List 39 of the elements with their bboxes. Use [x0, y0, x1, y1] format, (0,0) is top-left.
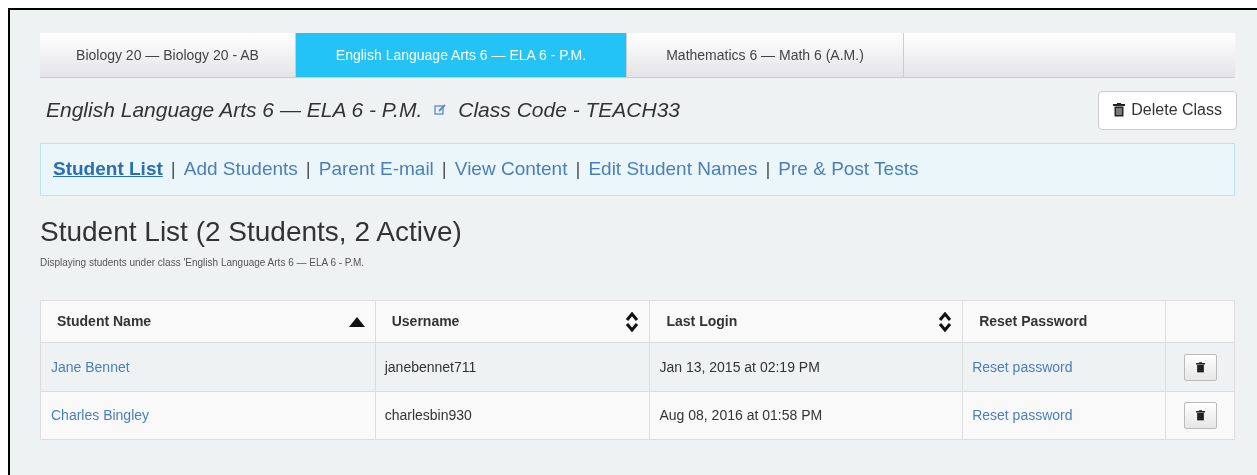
page-title: Student List (2 Students, 2 Active) [40, 215, 463, 249]
nav-link[interactable]: Parent E-mail [318, 155, 434, 184]
sort-icon[interactable] [625, 311, 640, 332]
delete-student-button[interactable] [1183, 353, 1217, 381]
separator: | [575, 157, 581, 182]
reset-password-link[interactable]: Reset password [972, 407, 1073, 423]
nav-link[interactable]: Edit Student Names [588, 155, 758, 184]
nav-link[interactable]: Pre & Post Tests [778, 155, 919, 184]
reset-password-link[interactable]: Reset password [972, 358, 1073, 375]
class-tab[interactable]: English Language Arts 6 — ELA 6 - P.M. [296, 33, 627, 77]
class-name: English Language Arts 6 — ELA 6 - P.M. [46, 97, 423, 124]
column-header[interactable]: Username [375, 300, 650, 343]
trash-icon [1195, 410, 1205, 421]
column-header[interactable]: Last Login [649, 300, 963, 343]
edit-icon[interactable] [434, 104, 447, 116]
class-tab[interactable]: Mathematics 6 — Math 6 (A.M.) [627, 33, 904, 77]
sort-ascending-icon[interactable] [348, 316, 365, 327]
trash-icon [1195, 361, 1205, 373]
delete-student-button[interactable] [1183, 402, 1217, 429]
column-header[interactable]: Student Name [40, 300, 376, 343]
nav-link[interactable]: Add Students [183, 155, 298, 184]
nav-link[interactable]: View Content [454, 155, 568, 184]
trash-icon [1113, 103, 1126, 117]
separator: | [441, 157, 447, 182]
column-header: Reset Password [962, 300, 1166, 343]
separator: | [765, 157, 771, 182]
sort-icon[interactable] [938, 311, 953, 332]
separator: | [170, 157, 176, 182]
delete-class-button[interactable]: Delete Class [1098, 90, 1237, 130]
table-cell: janebennet711 [384, 358, 477, 375]
table-cell: Jan 13, 2015 at 02:19 PM [659, 358, 820, 375]
table-cell: Aug 08, 2016 at 01:58 PM [659, 407, 823, 423]
separator: | [305, 157, 311, 182]
page-subtitle: Displaying students under class 'English Language Arts 6 — ELA 6 - P.M. [40, 256, 366, 270]
class-code: Class Code - TEACH33 [458, 97, 681, 124]
student-name-link[interactable]: Jane Bennet [51, 358, 130, 375]
nav-link[interactable]: Student List [53, 155, 163, 184]
student-name-link[interactable]: Charles Bingley [51, 407, 150, 423]
table-cell: charlesbin930 [384, 407, 472, 423]
